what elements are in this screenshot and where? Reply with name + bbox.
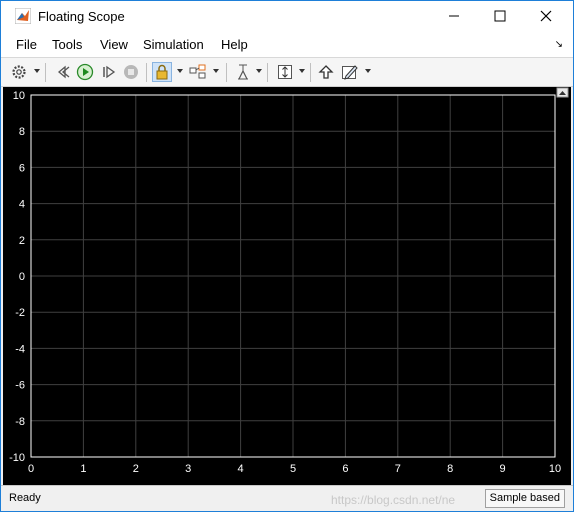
cursor-measure-button[interactable]: [233, 62, 253, 82]
x-tick-label: 1: [80, 463, 86, 475]
step-forward-button[interactable]: [99, 62, 119, 82]
signal-select-dropdown-icon[interactable]: [213, 69, 219, 73]
scope-window: Floating Scope File Tools View Simulatio…: [0, 0, 574, 512]
x-tick-label: 9: [500, 463, 506, 475]
y-tick-label: -10: [9, 452, 25, 464]
x-tick-label: 8: [447, 463, 453, 475]
settings-icon: [12, 65, 26, 79]
edit-style-dropdown-icon[interactable]: [365, 69, 371, 73]
scope-plot[interactable]: 0 1 2 3 4 5 6 7 8 9 10 -10 -8 -6 -4 -2 0 2 4 6 8 10: [3, 87, 571, 485]
y-tick-label: 4: [19, 199, 25, 211]
stop-button[interactable]: [121, 62, 141, 82]
y-tick-label: -6: [15, 380, 25, 392]
y-tick-label: 2: [19, 235, 25, 247]
x-tick-label: 4: [238, 463, 244, 475]
lock-icon: [156, 64, 168, 80]
y-tick-label: -4: [15, 343, 25, 355]
toolbar: [1, 57, 573, 87]
edit-style-button[interactable]: [340, 62, 360, 82]
toolbar-separator: [45, 63, 46, 82]
y-tick-label: 8: [19, 126, 25, 138]
edit-style-icon: [342, 65, 358, 80]
scale-axes-icon: [278, 65, 292, 79]
menu-help[interactable]: Help: [221, 37, 248, 52]
matlab-icon: [15, 8, 31, 24]
minimize-button[interactable]: [431, 1, 477, 31]
cursor-measure-icon: [238, 64, 248, 80]
signal-select-icon: [189, 64, 206, 79]
x-tick-label: 7: [395, 463, 401, 475]
watermark-text: https://blog.csdn.net/ne: [331, 493, 456, 507]
lock-dropdown-icon[interactable]: [177, 69, 183, 73]
scale-axes-dropdown-icon[interactable]: [299, 69, 305, 73]
x-tick-label: 2: [133, 463, 139, 475]
title-bar[interactable]: Floating Scope: [1, 1, 573, 31]
toolbar-separator: [146, 63, 147, 82]
close-icon: [540, 10, 552, 22]
signal-select-button[interactable]: [188, 62, 208, 82]
status-text: Ready: [9, 492, 41, 504]
dock-arrow-icon[interactable]: ↘: [555, 39, 563, 50]
cursor-measure-dropdown-icon[interactable]: [256, 69, 262, 73]
close-button[interactable]: [523, 1, 569, 31]
x-tick-label: 10: [549, 463, 561, 475]
toolbar-separator: [267, 63, 268, 82]
x-tick-label: 6: [342, 463, 348, 475]
y-tick-label: -2: [15, 307, 25, 319]
x-tick-label: 3: [185, 463, 191, 475]
lock-button[interactable]: [152, 62, 172, 82]
menu-simulation[interactable]: Simulation: [143, 37, 204, 52]
minimize-icon: [449, 15, 459, 17]
window-title: Floating Scope: [38, 9, 125, 24]
maximize-icon: [494, 10, 506, 22]
highlight-block-icon: [318, 65, 334, 79]
x-tick-label: 5: [290, 463, 296, 475]
highlight-block-button[interactable]: [316, 62, 336, 82]
y-tick-label: 6: [19, 162, 25, 174]
run-icon: [76, 63, 94, 81]
menu-file[interactable]: File: [16, 37, 37, 52]
status-bar: Ready https://blog.csdn.net/ne Sample ba…: [1, 485, 573, 511]
y-tick-label: 10: [13, 90, 25, 102]
y-tick-label: 0: [19, 271, 25, 283]
stop-icon: [124, 65, 138, 79]
settings-button[interactable]: [9, 62, 29, 82]
scope-axes[interactable]: 0 1 2 3 4 5 6 7 8 9 10 -10 -8 -6 -4 -2 0 2 4 6 8 10: [3, 87, 571, 485]
menu-tools[interactable]: Tools: [52, 37, 82, 52]
menu-bar: File Tools View Simulation Help ↘: [1, 31, 573, 57]
step-forward-icon: [103, 65, 116, 79]
y-tick-label: -8: [15, 416, 25, 428]
toolbar-separator: [226, 63, 227, 82]
menu-view[interactable]: View: [100, 37, 128, 52]
settings-dropdown-icon[interactable]: [34, 69, 40, 73]
toolbar-separator: [310, 63, 311, 82]
run-button[interactable]: [75, 62, 95, 82]
step-back-button[interactable]: [53, 62, 73, 82]
scale-axes-button[interactable]: [275, 62, 295, 82]
step-back-icon: [57, 65, 70, 79]
maximize-button[interactable]: [477, 1, 523, 31]
sample-based-indicator[interactable]: Sample based: [484, 489, 565, 508]
x-tick-label: 0: [28, 463, 34, 475]
